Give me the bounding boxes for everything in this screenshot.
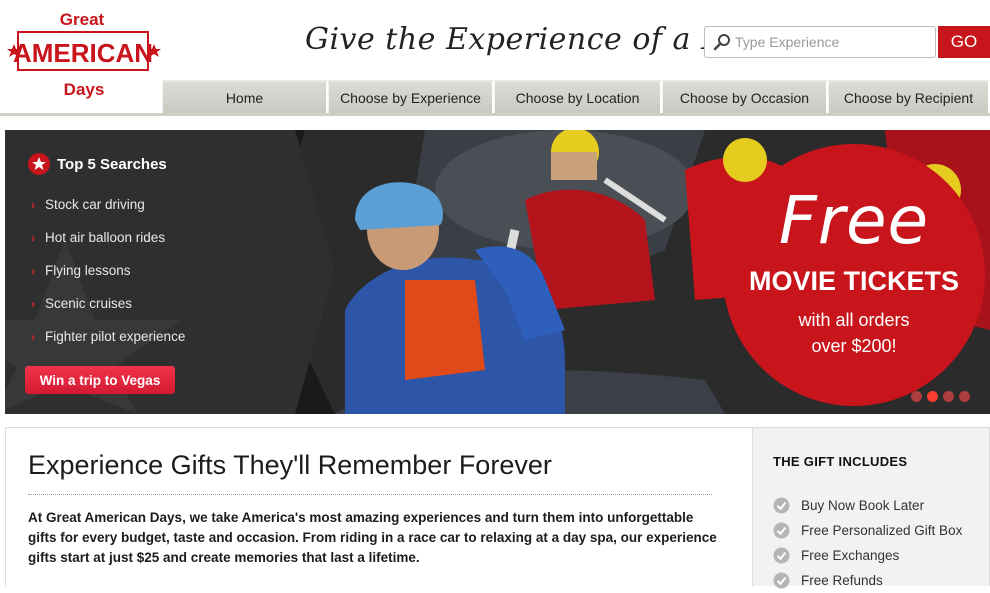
chevron-right-icon: › [31, 230, 35, 245]
check-icon [773, 572, 790, 589]
gift-include-label: Free Exchanges [801, 548, 900, 563]
title-divider [28, 494, 712, 495]
slide-dot-1[interactable] [911, 391, 922, 402]
gift-includes-list: Buy Now Book Later Free Personalized Gif… [773, 493, 962, 593]
nav-choose-by-experience[interactable]: Choose by Experience [328, 80, 494, 113]
top-search-item[interactable]: › Flying lessons [31, 254, 185, 287]
nav-home[interactable]: Home [162, 80, 328, 113]
gift-include-item: Free Refunds [773, 568, 962, 593]
top-searches-list: › Stock car driving › Hot air balloon ride… [31, 188, 185, 353]
logo-line2: AMERICAN [13, 38, 153, 68]
page-title: Experience Gifts They'll Remember Foreve… [28, 450, 552, 480]
promo-condition-line2: over $200! [811, 336, 897, 356]
chevron-right-icon: › [31, 296, 35, 311]
top-search-label: Flying lessons [45, 263, 131, 278]
go-button[interactable]: GO [938, 26, 990, 58]
promo-movie-tickets: MOVIE TICKETS [748, 266, 959, 296]
top-search-item[interactable]: › Hot air balloon rides [31, 221, 185, 254]
top-search-label: Hot air balloon rides [45, 230, 166, 245]
top-search-label: Fighter pilot experience [45, 329, 186, 344]
gift-include-label: Buy Now Book Later [801, 498, 925, 513]
promo-condition-line1: with all orders [798, 310, 910, 330]
chevron-right-icon: › [31, 329, 35, 344]
top-search-item[interactable]: › Fighter pilot experience [31, 320, 185, 353]
promo-free: Free [778, 182, 930, 259]
top-search-item[interactable]: › Scenic cruises [31, 287, 185, 320]
slide-dot-4[interactable] [959, 391, 970, 402]
site-logo[interactable]: Great AMERICAN Days [4, 6, 164, 106]
nav-choose-by-recipient[interactable]: Choose by Recipient [828, 80, 990, 113]
gift-include-item: Buy Now Book Later [773, 493, 962, 518]
top-search-label: Stock car driving [45, 197, 145, 212]
logo-line1: Great [60, 10, 105, 29]
nav-choose-by-occasion[interactable]: Choose by Occasion [662, 80, 828, 113]
check-icon [773, 547, 790, 564]
gift-include-label: Free Personalized Gift Box [801, 523, 963, 538]
gift-include-item: Free Personalized Gift Box [773, 518, 962, 543]
intro-section: Experience Gifts They'll Remember Foreve… [5, 427, 753, 586]
logo-line3: Days [64, 80, 105, 99]
top-searches-heading: Top 5 Searches [27, 152, 167, 176]
hero-banner[interactable]: Top 5 Searches › Stock car driving › Hot a… [5, 130, 990, 414]
top-search-label: Scenic cruises [45, 296, 133, 311]
search-icon [713, 34, 730, 51]
slide-dot-2[interactable] [927, 391, 938, 402]
promo-condition: with all orders over $200! [723, 307, 985, 359]
gift-includes-title: THE GIFT INCLUDES [773, 454, 908, 469]
check-icon [773, 497, 790, 514]
free-movie-tickets-promo[interactable]: Free MOVIE TICKETS with all orders over … [723, 144, 985, 406]
slide-pagination [911, 391, 975, 402]
intro-text: At Great American Days, we take America'… [28, 510, 717, 565]
gift-includes-panel: THE GIFT INCLUDES Buy Now Book Later Fre… [753, 427, 990, 589]
gift-include-item: Free Exchanges [773, 543, 962, 568]
main-nav: Home Choose by Experience Choose by Loca… [162, 80, 990, 113]
nav-choose-by-location[interactable]: Choose by Location [494, 80, 662, 113]
search-input[interactable] [733, 33, 923, 51]
nav-divider [0, 113, 990, 116]
search-box [704, 26, 936, 58]
slide-dot-3[interactable] [943, 391, 954, 402]
top-searches-panel: Top 5 Searches › Stock car driving › Hot a… [5, 130, 335, 414]
check-icon [773, 522, 790, 539]
win-vegas-button[interactable]: Win a trip to Vegas [25, 366, 175, 394]
top-search-item[interactable]: › Stock car driving [31, 188, 185, 221]
chevron-right-icon: › [31, 263, 35, 278]
top-searches-title: Top 5 Searches [57, 155, 167, 173]
chevron-right-icon: › [31, 197, 35, 212]
star-icon [28, 153, 50, 175]
